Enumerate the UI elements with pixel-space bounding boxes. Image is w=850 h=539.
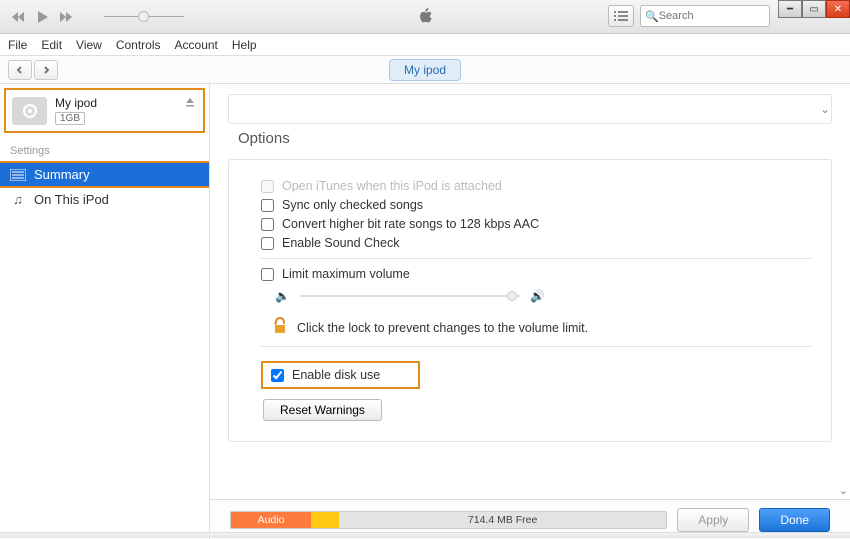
device-row[interactable]: My ipod 1GB [4,88,205,133]
menu-controls[interactable]: Controls [116,38,161,52]
section-title: Options [238,130,832,147]
maximize-button[interactable]: ▭ [802,0,826,18]
apple-logo-icon [418,7,434,28]
title-bar: 🔍 ━ ▭ ✕ [0,0,850,34]
prev-track-button[interactable] [6,5,30,29]
sidebar-item-label: Summary [34,167,90,182]
speaker-low-icon: 🔈 [275,289,290,303]
storage-segment-audio: Audio [231,512,311,528]
nav-bar: My ipod [0,56,850,84]
playback-controls [0,5,84,29]
checkbox[interactable] [261,199,274,212]
checkbox[interactable] [261,237,274,250]
menu-account[interactable]: Account [175,38,218,52]
lock-hint-text: Click the lock to prevent changes to the… [297,321,588,335]
menu-bar: File Edit View Controls Account Help [0,34,850,56]
menu-help[interactable]: Help [232,38,257,52]
done-button[interactable]: Done [759,508,830,532]
scroll-down-icon[interactable]: ⌄ [839,484,848,497]
sidebar-item-label: On This iPod [34,192,109,207]
checkbox [261,180,274,193]
option-open-itunes: Open iTunes when this iPod is attached [261,179,811,193]
back-button[interactable] [8,60,32,80]
storage-bar: Audio 714.4 MB Free [230,511,667,529]
close-button[interactable]: ✕ [826,0,850,18]
minimize-button[interactable]: ━ [778,0,802,18]
menu-file[interactable]: File [8,38,27,52]
option-limit-volume[interactable]: Limit maximum volume [261,267,811,281]
window-bottom-edge [0,532,850,538]
device-name: My ipod [55,96,197,110]
menu-edit[interactable]: Edit [41,38,62,52]
collapsed-panel: ⌄ [228,94,832,124]
search-input[interactable] [659,10,765,22]
window-controls: ━ ▭ ✕ [778,0,850,18]
summary-icon [10,169,26,181]
next-track-button[interactable] [54,5,78,29]
search-icon: 🔍 [645,10,659,23]
volume-knob[interactable] [138,11,149,22]
sidebar: My ipod 1GB Settings Summary ♫ On This i… [0,84,210,539]
device-tab[interactable]: My ipod [389,59,461,81]
now-playing-display [256,0,596,34]
reset-warnings-button[interactable]: Reset Warnings [263,399,382,421]
play-button[interactable] [30,5,54,29]
menu-view[interactable]: View [76,38,102,52]
checkbox[interactable] [271,369,284,382]
ipod-icon [12,97,47,125]
lock-hint-row: Click the lock to prevent changes to the… [273,317,811,338]
apply-button[interactable]: Apply [677,508,749,532]
storage-segment-free: 714.4 MB Free [339,512,666,528]
device-capacity: 1GB [55,112,85,125]
search-box[interactable]: 🔍 [640,5,770,27]
list-view-button[interactable] [608,5,634,27]
chevron-down-icon[interactable]: ⌄ [819,94,831,124]
content-pane: ⌄ Options Open iTunes when this iPod is … [210,84,850,539]
sidebar-item-summary[interactable]: Summary [0,161,209,188]
eject-button[interactable] [185,96,195,110]
option-sound-check[interactable]: Enable Sound Check [261,236,811,250]
sidebar-item-on-this-ipod[interactable]: ♫ On This iPod [0,188,209,211]
volume-limit-slider[interactable]: 🔈 🔊 [275,289,811,303]
forward-button[interactable] [34,60,58,80]
checkbox[interactable] [261,218,274,231]
option-enable-disk[interactable]: Enable disk use [261,361,420,389]
option-sync-checked[interactable]: Sync only checked songs [261,198,811,212]
checkbox[interactable] [261,268,274,281]
option-convert-bitrate[interactable]: Convert higher bit rate songs to 128 kbp… [261,217,811,231]
music-note-icon: ♫ [10,194,26,206]
speaker-high-icon: 🔊 [530,289,545,303]
lock-icon[interactable] [273,317,287,338]
volume-slider[interactable] [104,16,184,17]
section-label: Settings [0,137,209,161]
storage-segment-other [311,512,339,528]
slider-knob[interactable] [507,291,517,301]
options-panel: Open iTunes when this iPod is attached S… [228,159,832,442]
